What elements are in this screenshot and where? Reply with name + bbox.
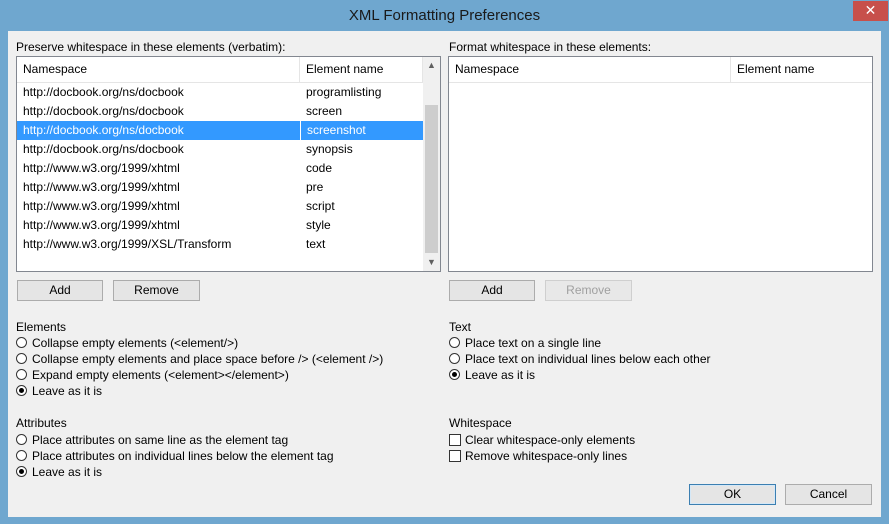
preserve-remove-button[interactable]: Remove [113, 280, 200, 301]
format-list-label: Format whitespace in these elements: [449, 40, 652, 54]
preserve-add-button[interactable]: Add [17, 280, 103, 301]
radio-label: Collapse empty elements and place space … [32, 352, 384, 366]
table-row[interactable]: http://www.w3.org/1999/xhtml style [17, 216, 423, 235]
radio-button[interactable] [449, 369, 460, 380]
radio-label: Leave as it is [465, 368, 536, 382]
radio-label: Place attributes on individual lines bel… [32, 449, 334, 463]
table-row[interactable]: http://docbook.org/ns/docbook programlist… [17, 83, 423, 102]
text-group-label: Text [449, 320, 472, 334]
title-bar[interactable]: XML Formatting Preferences ✕ [0, 0, 889, 32]
checkbox-label: Clear whitespace-only elements [465, 433, 636, 447]
format-list[interactable]: Namespace Element name [448, 56, 873, 272]
namespace-cell: http://www.w3.org/1999/xhtml [23, 199, 180, 213]
table-row[interactable]: http://www.w3.org/1999/xhtml code [17, 159, 423, 178]
radio-label: Place text on individual lines below eac… [465, 352, 711, 366]
checkbox[interactable] [449, 450, 461, 462]
checkbox[interactable] [449, 434, 461, 446]
dialog-window: XML Formatting Preferences ✕ Preserve wh… [0, 0, 889, 524]
preserve-list-header: Namespace Element name [17, 57, 423, 83]
namespace-cell: http://www.w3.org/1999/XSL/Transform [23, 237, 232, 251]
radio-button[interactable] [16, 353, 27, 364]
dialog-body: Preserve whitespace in these elements (v… [8, 31, 881, 517]
scroll-down-icon[interactable]: ▼ [423, 254, 440, 271]
format-add-button[interactable]: Add [449, 280, 535, 301]
radio-label: Leave as it is [32, 384, 103, 398]
element-name-cell: pre [306, 180, 324, 194]
radio-button[interactable] [16, 385, 27, 396]
table-row[interactable]: http://www.w3.org/1999/XSL/Transform text [17, 235, 423, 254]
namespace-cell: http://docbook.org/ns/docbook [23, 104, 184, 118]
radio-label: Place attributes on same line as the ele… [32, 433, 289, 447]
column-header-element-name[interactable]: Element name [731, 57, 872, 82]
element-name-cell: script [306, 199, 335, 213]
preserve-list[interactable]: Namespace Element name http://docbook.or… [16, 56, 441, 272]
preserve-list-label: Preserve whitespace in these elements (v… [16, 40, 286, 54]
format-list-header: Namespace Element name [449, 57, 872, 83]
radio-label: Place text on a single line [465, 336, 602, 350]
radio-label: Collapse empty elements (<element/>) [32, 336, 239, 350]
element-name-cell: screen [306, 104, 343, 118]
close-icon: ✕ [864, 2, 877, 18]
element-name-cell: style [306, 218, 331, 232]
table-row[interactable]: http://docbook.org/ns/docbook screenshot [17, 121, 423, 140]
cancel-button[interactable]: Cancel [785, 484, 872, 505]
column-header-namespace[interactable]: Namespace [449, 57, 731, 82]
namespace-cell: http://docbook.org/ns/docbook [23, 142, 184, 156]
checkbox-label: Remove whitespace-only lines [465, 449, 628, 463]
table-row[interactable]: http://www.w3.org/1999/xhtml script [17, 197, 423, 216]
radio-button[interactable] [449, 353, 460, 364]
radio-button[interactable] [449, 337, 460, 348]
window-title: XML Formatting Preferences [348, 7, 541, 24]
table-row[interactable]: http://docbook.org/ns/docbook screen [17, 102, 423, 121]
table-row[interactable]: http://www.w3.org/1999/xhtml pre [17, 178, 423, 197]
elements-group-label: Elements [16, 320, 67, 334]
radio-label: Expand empty elements (<element></elemen… [32, 368, 289, 382]
column-header-element-name[interactable]: Element name [300, 57, 423, 82]
whitespace-group-label: Whitespace [449, 416, 512, 430]
namespace-cell: http://docbook.org/ns/docbook [23, 85, 184, 99]
scroll-up-icon[interactable]: ▲ [423, 57, 440, 74]
attributes-group-label: Attributes [16, 416, 67, 430]
column-header-namespace[interactable]: Namespace [17, 57, 300, 82]
element-name-cell: programlisting [306, 85, 382, 99]
namespace-cell: http://www.w3.org/1999/xhtml [23, 161, 180, 175]
radio-button[interactable] [16, 434, 27, 445]
format-remove-button[interactable]: Remove [545, 280, 632, 301]
namespace-cell: http://www.w3.org/1999/xhtml [23, 218, 180, 232]
radio-button[interactable] [16, 450, 27, 461]
scrollbar-thumb[interactable] [425, 105, 438, 253]
namespace-cell: http://docbook.org/ns/docbook [17, 121, 300, 140]
element-name-cell: code [306, 161, 333, 175]
element-name-cell: text [306, 237, 326, 251]
radio-button[interactable] [16, 466, 27, 477]
preserve-list-scrollbar[interactable]: ▲ ▼ [423, 57, 440, 271]
ok-button[interactable]: OK [689, 484, 776, 505]
close-button[interactable]: ✕ [853, 1, 888, 21]
radio-button[interactable] [16, 337, 27, 348]
element-name-cell: synopsis [306, 142, 353, 156]
radio-label: Leave as it is [32, 465, 103, 479]
table-row[interactable]: http://docbook.org/ns/docbook synopsis [17, 140, 423, 159]
radio-button[interactable] [16, 369, 27, 380]
namespace-cell: http://www.w3.org/1999/xhtml [23, 180, 180, 194]
element-name-cell: screenshot [300, 121, 423, 140]
